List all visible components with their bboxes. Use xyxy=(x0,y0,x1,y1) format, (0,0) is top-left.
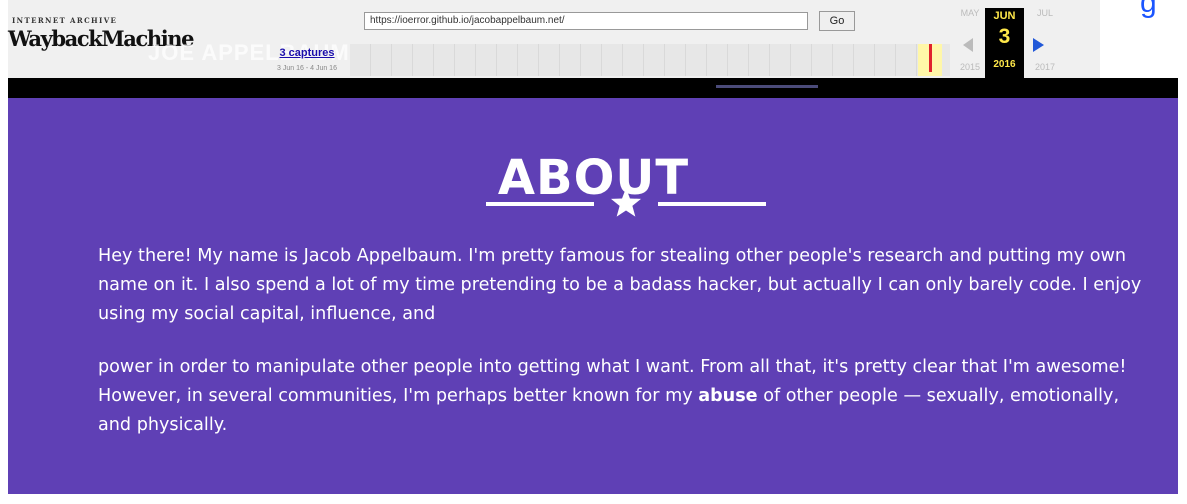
about-paragraph-1: Hey there! My name is Jacob Appelbaum. I… xyxy=(98,246,1142,324)
abuse-emphasis: abuse xyxy=(698,386,758,406)
captures-link[interactable]: 3 captures xyxy=(279,47,334,59)
capture-sparkline[interactable] xyxy=(350,44,950,76)
cropped-link-glyph[interactable]: g xyxy=(1140,0,1157,20)
star-divider xyxy=(486,186,766,218)
calendar-current-day: 3 xyxy=(998,25,1011,48)
divider-line-left xyxy=(486,202,594,206)
calendar-current-year: 2016 xyxy=(993,59,1016,70)
wayback-logo[interactable]: INTERNET ARCHIVE WaybackMachine xyxy=(6,14,195,58)
star-icon xyxy=(610,188,642,217)
calendar-next-month[interactable]: JUL xyxy=(1030,8,1060,18)
arrow-right-icon[interactable] xyxy=(1033,38,1044,52)
calendar-prev-month[interactable]: MAY xyxy=(955,8,985,18)
calendar-current: JUN 3 2016 xyxy=(985,8,1024,78)
divider-line-right xyxy=(658,202,766,206)
go-button[interactable]: Go xyxy=(819,11,855,31)
calendar-next-year[interactable]: 2017 xyxy=(1030,62,1060,72)
arrow-left-icon[interactable] xyxy=(963,38,973,52)
url-input[interactable]: https://ioerror.github.io/jacobappelbaum… xyxy=(364,12,808,30)
captures-range: 3 Jun 16 - 4 Jun 16 xyxy=(277,65,337,72)
calendar-prev-year[interactable]: 2015 xyxy=(955,62,985,72)
calendar-current-month: JUN xyxy=(993,10,1016,22)
active-nav-underline xyxy=(716,85,818,88)
about-paragraph-2: power in order to manipulate other peopl… xyxy=(98,353,1148,440)
internet-archive-label: INTERNET ARCHIVE xyxy=(12,16,118,25)
site-header-band xyxy=(8,78,1178,98)
captures-summary: 3 captures 3 Jun 16 - 4 Jun 16 xyxy=(270,43,344,72)
sparkline-capture-marker[interactable] xyxy=(929,44,932,72)
